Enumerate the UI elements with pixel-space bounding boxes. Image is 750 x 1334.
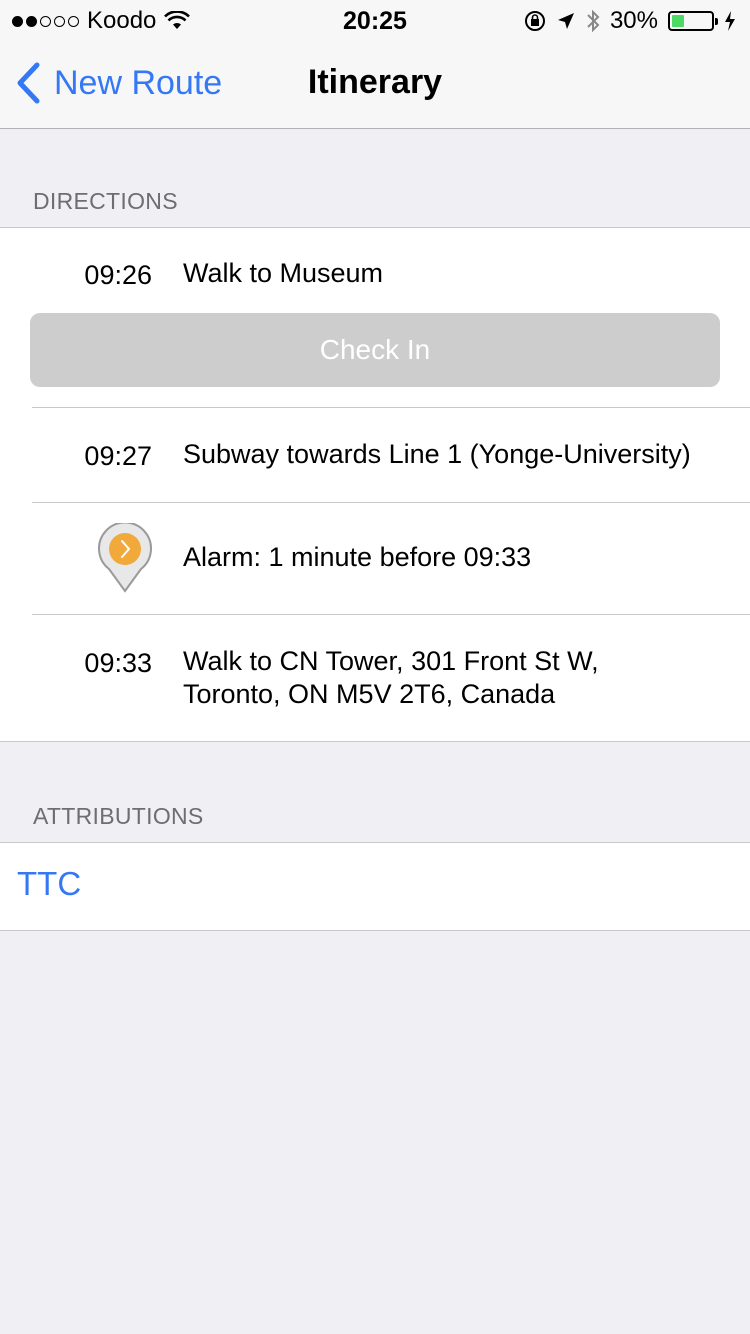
attribution-link-ttc[interactable]: TTC xyxy=(17,865,81,903)
step-time: 09:26 xyxy=(84,260,152,290)
attributions-list: TTC xyxy=(0,842,750,931)
check-in-button[interactable]: Check In xyxy=(30,313,720,387)
directions-list: 09:26 Walk to Museum Check In 09:27 Subw… xyxy=(0,227,750,742)
step-text: Walk to CN Tower, 301 Front St W, Toront… xyxy=(183,645,599,711)
location-arrow-icon xyxy=(557,13,574,29)
attributions-header: ATTRIBUTIONS xyxy=(33,803,204,829)
step-text: Subway towards Line 1 (Yonge-University) xyxy=(183,439,691,469)
charging-bolt-icon xyxy=(725,11,735,31)
alarm-pin-icon xyxy=(98,523,152,593)
bluetooth-icon xyxy=(587,9,600,33)
alarm-row[interactable]: Alarm: 1 minute before 09:33 xyxy=(0,503,750,614)
page-title: Itinerary xyxy=(307,63,443,101)
direction-step[interactable]: 09:33 Walk to CN Tower, 301 Front St W, … xyxy=(0,615,750,742)
step-time: 09:33 xyxy=(84,648,152,678)
step-text-line: Toronto, ON M5V 2T6, Canada xyxy=(183,679,556,709)
step-text-line: Walk to CN Tower, 301 Front St W, xyxy=(183,646,599,676)
alarm-text: Alarm: 1 minute before 09:33 xyxy=(183,542,532,572)
direction-step[interactable]: 09:27 Subway towards Line 1 (Yonge-Unive… xyxy=(0,408,750,502)
battery-percent: 30% xyxy=(609,7,658,34)
status-right: 30% xyxy=(524,7,736,35)
direction-step: 09:26 Walk to Museum Check In xyxy=(0,228,750,408)
orientation-lock-icon xyxy=(524,11,545,31)
step-text: Walk to Museum xyxy=(183,258,384,288)
navigation-bar: New Route Itinerary xyxy=(0,40,750,129)
battery-icon xyxy=(668,11,718,31)
step-time: 09:27 xyxy=(84,441,152,471)
directions-header: DIRECTIONS xyxy=(33,188,178,214)
status-bar: Koodo 20:25 30% xyxy=(0,0,750,40)
